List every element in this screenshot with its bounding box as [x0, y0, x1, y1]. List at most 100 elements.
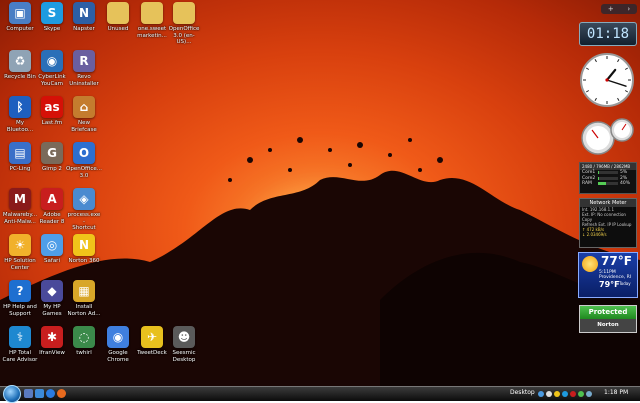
- desktop-icon[interactable]: ◌twhirl: [66, 326, 102, 357]
- app-icon: ✱: [41, 326, 63, 348]
- network-meter-title: Network Meter: [580, 199, 636, 207]
- desktop-icon[interactable]: NNorton 360: [66, 234, 102, 265]
- tray-battery-icon[interactable]: [586, 391, 592, 397]
- tray-security-icon[interactable]: [570, 391, 576, 397]
- tray-skype-icon[interactable]: [562, 391, 568, 397]
- desktop-icon-label: Skype: [34, 26, 70, 33]
- app-icon: M: [9, 188, 31, 210]
- desktop-icon[interactable]: ☻Seesmic Desktop: [166, 326, 202, 363]
- desktop-icon[interactable]: Unused: [100, 2, 136, 33]
- gadget-sidebar-toolbar[interactable]: + ›: [601, 4, 637, 14]
- app-icon: ✈: [141, 326, 163, 348]
- desktop-icon-label: My HP Games: [34, 304, 70, 317]
- desktop-icon[interactable]: ▣Computer: [2, 2, 38, 33]
- app-icon: ♻: [9, 50, 31, 72]
- app-icon: ▣: [9, 2, 31, 24]
- desktop-icon[interactable]: ◉Google Chrome: [100, 326, 136, 363]
- desktop-icon[interactable]: M Malwareby... Anti-Malw...: [2, 188, 38, 225]
- app-icon: ☻: [173, 326, 195, 348]
- desktop-icon[interactable]: ᛒMy Bluetoo...: [2, 96, 38, 133]
- desktop-icon[interactable]: as Last.fm: [34, 96, 70, 127]
- tray-update-icon[interactable]: [578, 391, 584, 397]
- switch-windows-icon[interactable]: [35, 389, 44, 398]
- firefox-icon[interactable]: [57, 389, 66, 398]
- network-meter-line: Ext. IP: No connection Copy: [580, 212, 636, 222]
- desktop-icon-label: Google Chrome: [100, 350, 136, 363]
- desktop-icon[interactable]: SSkype: [34, 2, 70, 33]
- desktop-icon[interactable]: ?HP Help and Support: [2, 280, 38, 317]
- weather-gadget[interactable]: 77°F 5:11PM Providence, RI 79°F Today: [578, 252, 638, 298]
- desktop-icon-label: Unused: [100, 26, 136, 33]
- desktop-icon[interactable]: OpenOffice 3.0 (en-US)...: [166, 2, 202, 46]
- analog-clock-gadget[interactable]: [579, 52, 635, 108]
- tray-network-icon[interactable]: [538, 391, 544, 397]
- desktop-icon[interactable]: ◉CyberLink YouCam: [34, 50, 70, 87]
- desktop-icon-label: OpenOffice 3.0 (en-US)...: [166, 26, 202, 46]
- desktop-icon[interactable]: ▤PC-Ling: [2, 142, 38, 173]
- cpu-meter-gadget[interactable]: [580, 116, 636, 156]
- desktop-icon-label: Install Norton Ad...: [66, 304, 102, 317]
- desktop-icon-label: one.sweet marketin...: [134, 26, 170, 39]
- desktop-icon-label: Safari: [34, 258, 70, 265]
- next-gadget-button[interactable]: ›: [627, 5, 630, 13]
- desktop-toolbar-label[interactable]: Desktop: [510, 389, 535, 396]
- weather-today-temp: 79°F: [599, 280, 620, 289]
- desktop-icon-label: IfranView: [34, 350, 70, 357]
- desktop-icon-label: PC-Ling: [2, 166, 38, 173]
- desktop-icon[interactable]: ▦Install Norton Ad...: [66, 280, 102, 317]
- tray-norton-icon[interactable]: [554, 391, 560, 397]
- add-gadget-button[interactable]: +: [608, 5, 614, 13]
- desktop-icon[interactable]: ◈process.exe - Shortcut: [66, 188, 102, 232]
- taskbar-clock[interactable]: 1:18 PM: [604, 389, 628, 396]
- desktop-icon-label: Malwareby... Anti-Malw...: [2, 212, 38, 225]
- network-meter-gadget[interactable]: Network Meter Int. 192.168.1.1Ext. IP: N…: [579, 198, 637, 248]
- desktop-icon[interactable]: ◎ Safari: [34, 234, 70, 265]
- desktop-icon[interactable]: ✱ IfranView: [34, 326, 70, 357]
- system-tray: [538, 388, 598, 400]
- desktop-icon-label: HP Solution Center: [2, 258, 38, 271]
- desktop-icon[interactable]: ♻ Recycle Bin: [2, 50, 38, 81]
- weather-today-label: Today: [619, 281, 631, 286]
- digital-clock-gadget[interactable]: 01:18: [579, 22, 637, 46]
- desktop-icon-label: Recycle Bin: [2, 74, 38, 81]
- app-icon: as: [41, 96, 63, 118]
- app-icon: ☀: [9, 234, 31, 256]
- desktop-icon[interactable]: ◆My HP Games: [34, 280, 70, 317]
- sysmon-bar-fill: [598, 182, 606, 185]
- desktop-icon[interactable]: one.sweet marketin...: [134, 2, 170, 39]
- desktop-icon[interactable]: NNapster: [66, 2, 102, 33]
- desktop-icon-label: HP Total Care Advisor: [2, 350, 38, 363]
- sysmon-bar: [598, 177, 618, 180]
- system-monitor-gadget[interactable]: 2480 / 796MB / 2862MB Core15%Core22%RAM4…: [579, 162, 637, 194]
- desktop-icon-label: HP Help and Support: [2, 304, 38, 317]
- taskbar: Desktop 1:18 PM: [0, 386, 640, 401]
- sysmon-row: RAM40%: [580, 181, 636, 187]
- desktop-icon-label: Gimp 2: [34, 166, 70, 173]
- desktop-icon[interactable]: ✈TweetDeck: [134, 326, 170, 357]
- desktop-icon[interactable]: AAdobe Reader 8: [34, 188, 70, 225]
- network-meter-line: ↓ 2.03469/s: [580, 232, 636, 237]
- desktop-icon-label: Norton 360: [66, 258, 102, 265]
- app-icon: N: [73, 2, 95, 24]
- desktop-icon[interactable]: ⚕ HP Total Care Advisor: [2, 326, 38, 363]
- internet-explorer-icon[interactable]: [46, 389, 55, 398]
- norton-gadget[interactable]: Protected Norton: [579, 305, 637, 333]
- sysmon-header: 2480 / 796MB / 2862MB: [580, 163, 636, 170]
- desktop-icon-label: Last.fm: [34, 120, 70, 127]
- app-icon: [173, 2, 195, 24]
- desktop-icon[interactable]: ⌂New Briefcase: [66, 96, 102, 133]
- desktop-icon-label: My Bluetoo...: [2, 120, 38, 133]
- desktop-icon[interactable]: G Gimp 2: [34, 142, 70, 173]
- app-icon: [141, 2, 163, 24]
- start-button[interactable]: [3, 385, 21, 403]
- desktop-icon[interactable]: RRevo Uninstaller: [66, 50, 102, 87]
- desktop-icon[interactable]: OOpenOffice... 3.0: [66, 142, 102, 179]
- show-desktop-icon[interactable]: [24, 389, 33, 398]
- norton-status: Protected: [580, 306, 636, 319]
- app-icon: G: [41, 142, 63, 164]
- desktop-icon[interactable]: ☀ HP Solution Center: [2, 234, 38, 271]
- tray-volume-icon[interactable]: [546, 391, 552, 397]
- app-icon: ◎: [41, 234, 63, 256]
- app-icon: R: [73, 50, 95, 72]
- app-icon: ⚕: [9, 326, 31, 348]
